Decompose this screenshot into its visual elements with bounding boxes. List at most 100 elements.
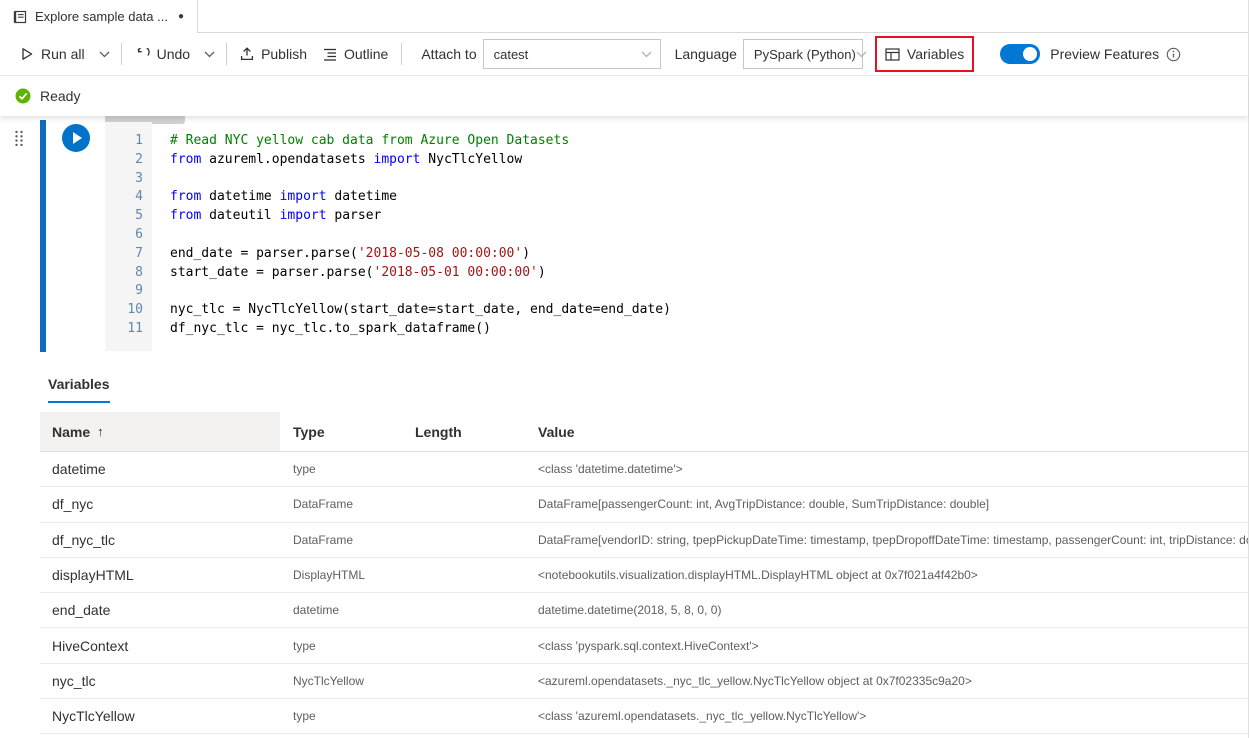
code-token: parser (327, 208, 382, 223)
code-line[interactable] (170, 282, 671, 301)
code-content[interactable]: # Read NYC yellow cab data from Azure Op… (152, 122, 671, 351)
status-text: Ready (40, 88, 80, 104)
column-header-name[interactable]: Name ↑ (40, 412, 280, 451)
code-token: df_nyc_tlc = nyc_tlc.to_spark_dataframe(… (170, 321, 491, 336)
code-line[interactable]: # Read NYC yellow cab data from Azure Op… (170, 132, 671, 151)
toolbar-separator (226, 43, 227, 65)
page: Explore sample data ... ● Run all Undo (0, 0, 1249, 738)
column-header-type[interactable]: Type (280, 424, 402, 440)
code-line[interactable] (170, 226, 671, 245)
variable-type: NycTlcYellow (280, 674, 402, 688)
attach-to-label: Attach to (421, 46, 476, 62)
line-number: 10 (105, 301, 143, 320)
variable-value: <class 'pyspark.sql.context.HiveContext'… (525, 639, 1248, 653)
variable-type: type (280, 462, 402, 476)
variables-panel-tabs: Variables (0, 362, 1248, 403)
cell-drag-handle-icon[interactable] (14, 130, 24, 147)
code-line[interactable]: from dateutil import parser (170, 207, 671, 226)
variable-type: DataFrame (280, 533, 402, 547)
line-number: 4 (105, 188, 143, 207)
attach-to-dropdown[interactable]: catest (483, 39, 661, 69)
variables-panel-tab[interactable]: Variables (48, 376, 110, 403)
language-value: PySpark (Python) (754, 47, 856, 62)
run-all-dropdown-chevron[interactable] (93, 38, 116, 70)
code-line[interactable]: df_nyc_tlc = nyc_tlc.to_spark_dataframe(… (170, 320, 671, 339)
variable-name: end_date (40, 602, 280, 618)
line-number: 2 (105, 151, 143, 170)
code-editor: 1234567891011 # Read NYC yellow cab data… (105, 122, 1236, 351)
variable-row[interactable]: datetimetype<class 'datetime.datetime'> (40, 452, 1248, 487)
outline-button[interactable]: Outline (315, 38, 396, 70)
variable-row[interactable]: nyc_tlcNycTlcYellow<azureml.opendatasets… (40, 664, 1248, 699)
outline-icon (323, 48, 337, 61)
variables-button[interactable]: Variables (877, 38, 972, 70)
variables-icon (885, 48, 900, 61)
variable-row[interactable]: df_nycDataFrameDataFrame[passengerCount:… (40, 487, 1248, 522)
variable-row[interactable]: df_nyc_tlcDataFrameDataFrame[vendorID: s… (40, 523, 1248, 558)
code-token: start_date = parser.parse( (170, 265, 374, 280)
undo-label: Undo (157, 46, 190, 62)
column-header-length[interactable]: Length (402, 424, 525, 440)
variable-name: HiveContext (40, 638, 280, 654)
code-token: from (170, 208, 201, 223)
variable-value: <class 'datetime.datetime'> (525, 462, 1248, 476)
code-token: # Read NYC yellow cab data from Azure Op… (170, 133, 569, 148)
code-token: NycTlcYellow (420, 152, 522, 167)
undo-icon (135, 48, 150, 61)
tab-title: Explore sample data ... (35, 9, 168, 24)
preview-features-toggle[interactable] (1000, 44, 1040, 64)
code-token: ) (522, 246, 530, 261)
run-all-button[interactable]: Run all (12, 38, 93, 70)
variables-button-label: Variables (907, 46, 964, 62)
code-token: ) (538, 265, 546, 280)
variables-panel: Variables Name ↑ Type Length Value datet… (0, 362, 1248, 738)
code-token: end_date = parser.parse( (170, 246, 358, 261)
run-icon (20, 47, 34, 61)
line-number: 9 (105, 282, 143, 301)
variable-value: DataFrame[vendorID: string, tpepPickupDa… (525, 533, 1248, 547)
code-line[interactable]: from azureml.opendatasets import NycTlcY… (170, 151, 671, 170)
variable-row[interactable]: displayHTMLDisplayHTML<notebookutils.vis… (40, 558, 1248, 593)
code-token: import (374, 152, 421, 167)
code-line[interactable]: from datetime import datetime (170, 188, 671, 207)
chevron-down-icon (641, 51, 652, 58)
code-line[interactable] (170, 170, 671, 189)
run-all-label: Run all (41, 46, 85, 62)
code-token: azureml.opendatasets (201, 152, 373, 167)
variables-table: Name ↑ Type Length Value datetimetype<cl… (40, 412, 1248, 734)
info-icon[interactable] (1166, 47, 1181, 62)
code-token: import (280, 208, 327, 223)
code-token: dateutil (201, 208, 279, 223)
code-line[interactable]: start_date = parser.parse('2018-05-01 00… (170, 264, 671, 283)
line-number: 11 (105, 320, 143, 339)
publish-button[interactable]: Publish (232, 38, 315, 70)
variables-table-header: Name ↑ Type Length Value (40, 412, 1248, 452)
undo-dropdown-chevron[interactable] (198, 38, 221, 70)
notebook-icon (13, 10, 27, 24)
tab-bar: Explore sample data ... ● (0, 0, 1248, 33)
language-label: Language (675, 46, 737, 62)
variable-row[interactable]: HiveContexttype <class 'pyspark.sql.conte… (40, 628, 1248, 663)
variable-type: type (280, 639, 402, 653)
variable-row[interactable]: end_datedatetimedatetime.datetime(2018, … (40, 593, 1248, 628)
code-token: nyc_tlc = NycTlcYellow(start_date=start_… (170, 302, 671, 317)
variable-type: DataFrame (280, 497, 402, 511)
ready-check-icon (15, 88, 31, 104)
code-token: '2018-05-08 00:00:00' (358, 246, 522, 261)
line-number: 8 (105, 264, 143, 283)
notebook-tab[interactable]: Explore sample data ... ● (0, 0, 198, 33)
code-line[interactable]: end_date = parser.parse('2018-05-08 00:0… (170, 245, 671, 264)
line-number: 6 (105, 226, 143, 245)
undo-button[interactable]: Undo (127, 38, 198, 70)
variable-value: datetime.datetime(2018, 5, 8, 0, 0) (525, 603, 1248, 617)
code-token: from (170, 189, 201, 204)
notebook-toolbar: Run all Undo (0, 33, 1248, 76)
notebook-area: 1234567891011 # Read NYC yellow cab data… (0, 116, 1248, 362)
language-dropdown[interactable]: PySpark (Python) (743, 39, 863, 69)
column-header-value[interactable]: Value (525, 424, 1248, 440)
variables-table-body: datetimetype<class 'datetime.datetime'>d… (40, 452, 1248, 734)
code-line[interactable]: nyc_tlc = NycTlcYellow(start_date=start_… (170, 301, 671, 320)
code-token: datetime (327, 189, 397, 204)
run-cell-button[interactable] (62, 124, 90, 152)
variable-row[interactable]: NycTlcYellowtype<class 'azureml.opendata… (40, 699, 1248, 734)
